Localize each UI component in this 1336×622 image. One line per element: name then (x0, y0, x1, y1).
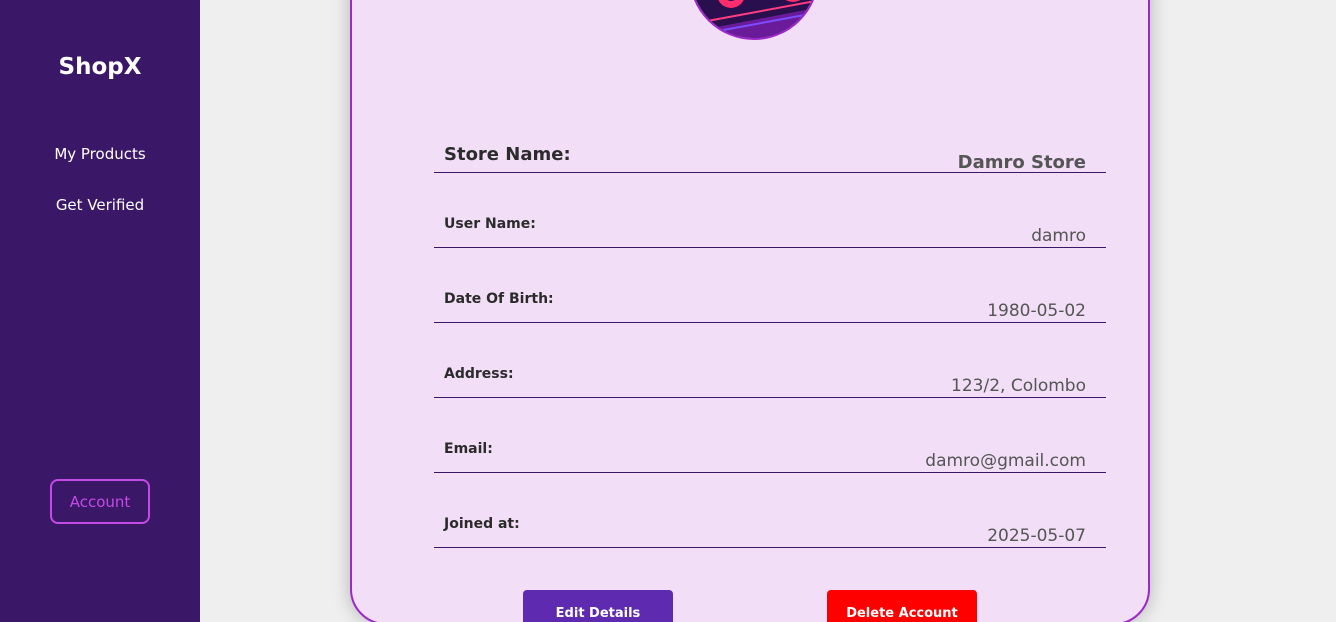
profile-card: Store Name: Damro Store User Name: damro… (350, 0, 1150, 622)
user-name-row: User Name: damro (434, 173, 1106, 248)
store-name-value: Damro Store (957, 152, 1086, 173)
joined-at-label: Joined at: (444, 516, 520, 532)
address-row: Address: 123/2, Colombo (434, 323, 1106, 398)
joined-at-value: 2025-05-07 (987, 526, 1086, 546)
store-name-label: Store Name: (444, 144, 571, 165)
email-value: damro@gmail.com (925, 451, 1086, 471)
store-name-row: Store Name: Damro Store (434, 98, 1106, 173)
email-row: Email: damro@gmail.com (434, 398, 1106, 473)
brand-logo[interactable]: ShopX (0, 54, 200, 80)
joined-at-row: Joined at: 2025-05-07 (434, 473, 1106, 548)
delete-account-button[interactable]: Delete Account (827, 590, 977, 622)
email-label: Email: (444, 441, 493, 457)
nav-get-verified[interactable]: Get Verified (0, 196, 200, 214)
address-label: Address: (444, 366, 514, 382)
date-of-birth-row: Date Of Birth: 1980-05-02 (434, 248, 1106, 323)
edit-details-button[interactable]: Edit Details (523, 590, 673, 622)
address-value: 123/2, Colombo (951, 376, 1086, 396)
avatar-car-image (691, 0, 817, 38)
date-of-birth-label: Date Of Birth: (444, 291, 554, 307)
sidebar: ShopX My Products Get Verified Account (0, 0, 200, 622)
profile-avatar (689, 0, 819, 40)
date-of-birth-value: 1980-05-02 (987, 301, 1086, 321)
account-button[interactable]: Account (50, 479, 150, 524)
nav-my-products[interactable]: My Products (0, 145, 200, 163)
user-name-value: damro (1031, 226, 1086, 246)
user-name-label: User Name: (444, 216, 536, 232)
